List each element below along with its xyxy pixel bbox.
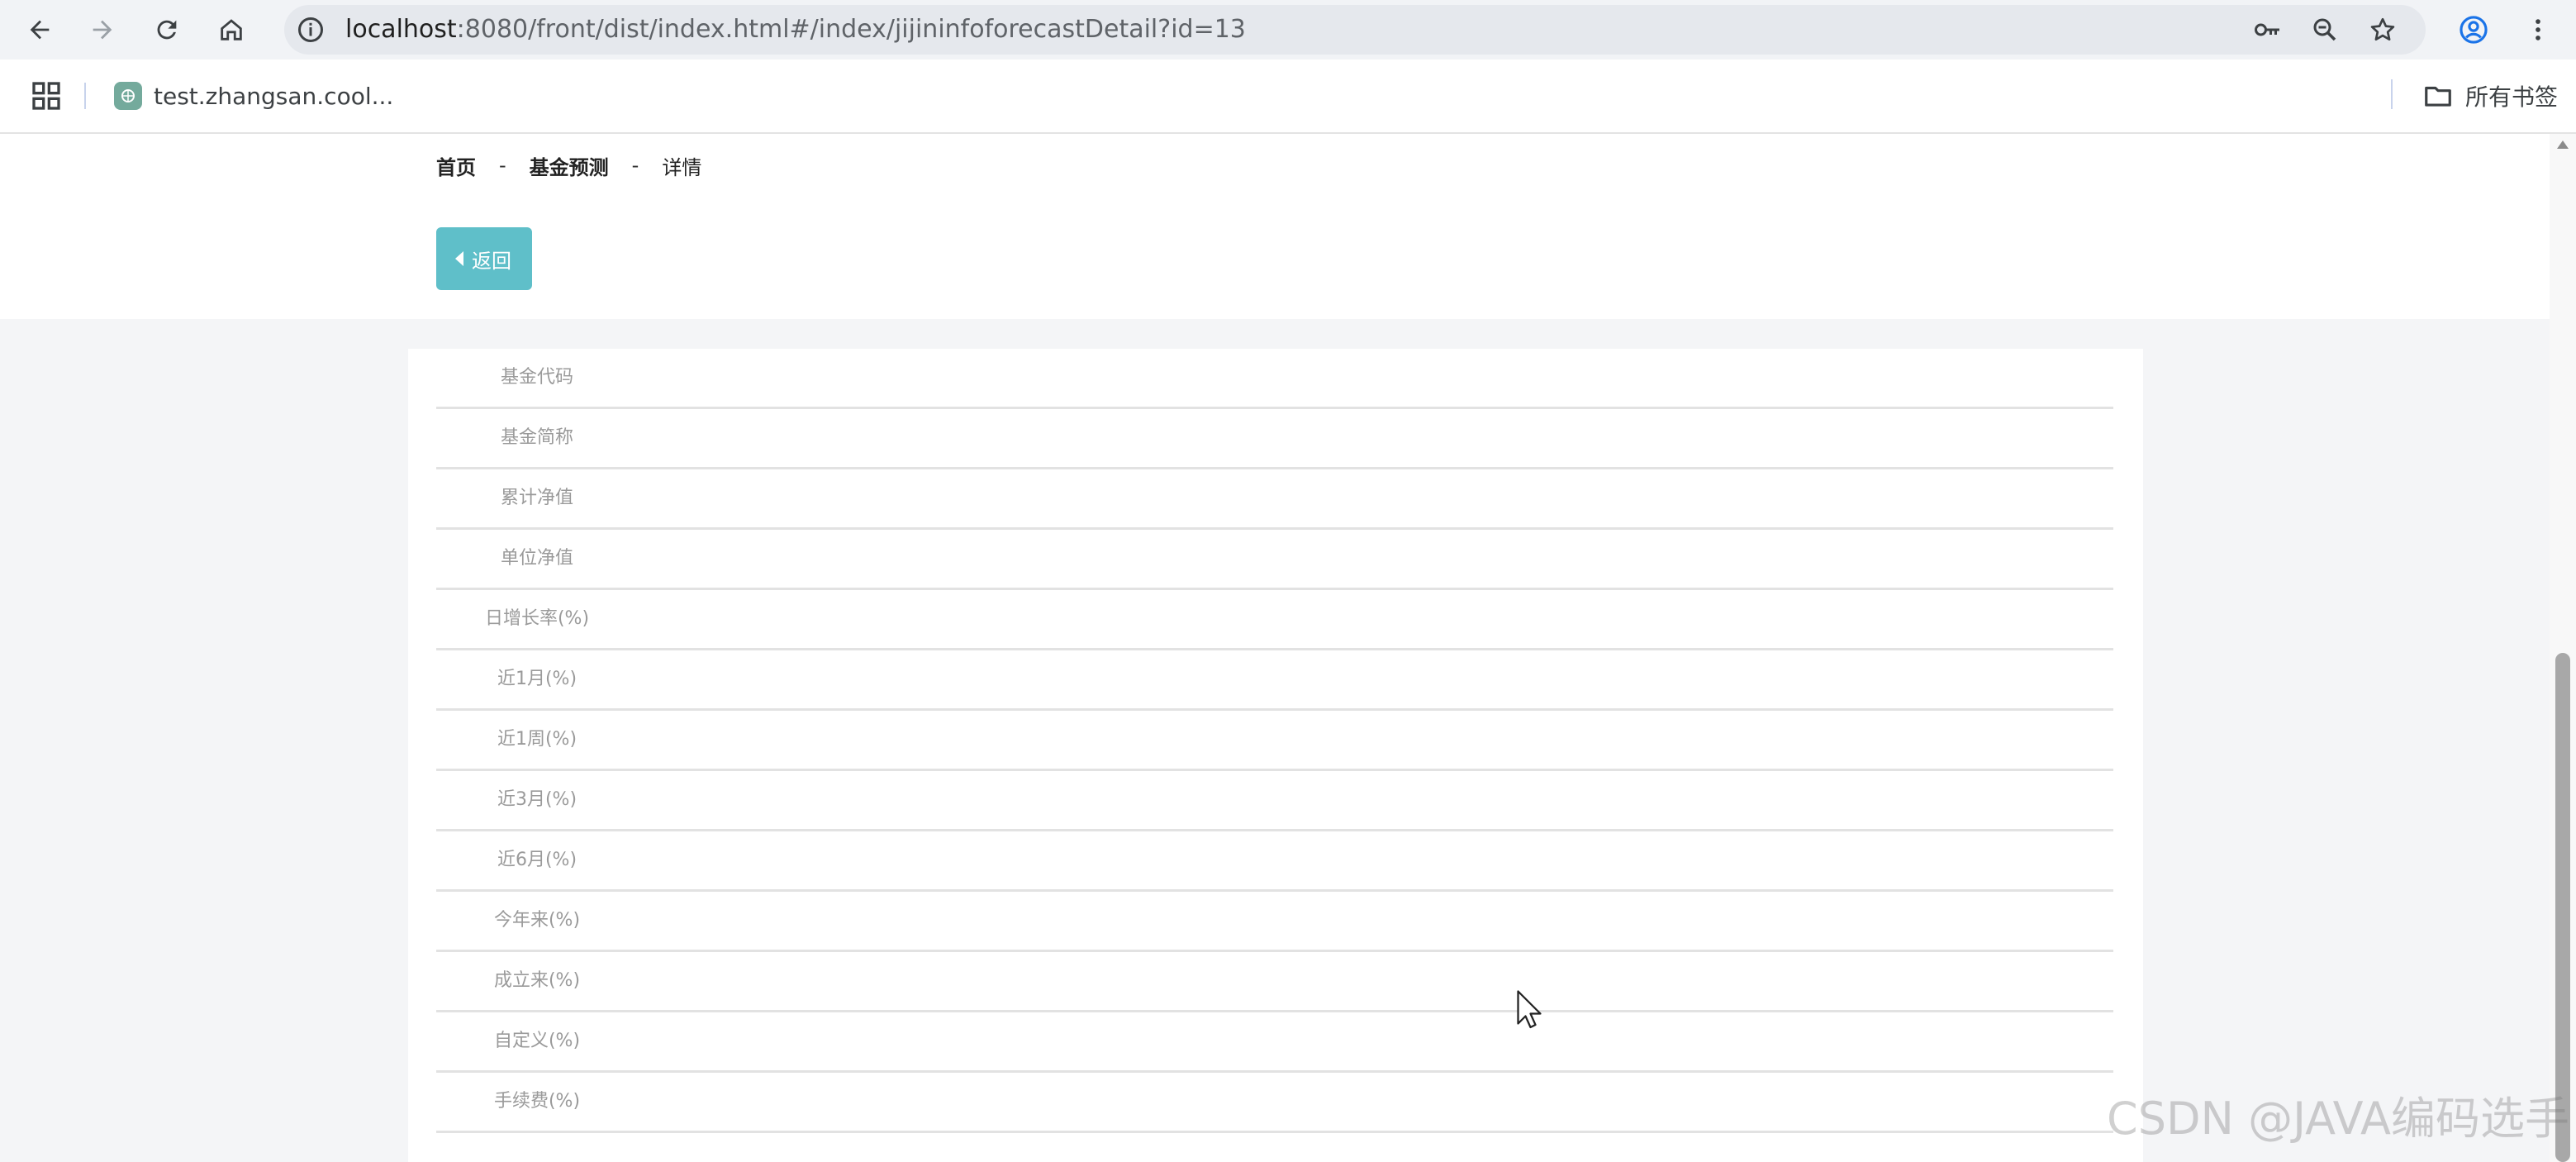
detail-row: 近1周(%) — [436, 711, 2113, 771]
url-host: localhost — [345, 15, 457, 44]
folder-icon — [2425, 86, 2451, 107]
field-label: 累计净值 — [500, 488, 573, 508]
detail-card: 基金代码 基金简称 累计净值 单位净值 日增长率(%) 近1月(%) 近1周(%… — [408, 349, 2143, 1162]
detail-row: 基金代码 — [436, 349, 2113, 409]
scroll-up-arrow-icon[interactable] — [2557, 140, 2569, 149]
detail-row: 手续费(%) — [436, 1073, 2113, 1133]
all-bookmarks-label: 所有书签 — [2465, 83, 2559, 111]
breadcrumb-home[interactable]: 首页 — [436, 151, 476, 180]
address-bar[interactable]: localhost:8080/front/dist/index.html#/in… — [284, 5, 2426, 55]
more-menu-icon[interactable] — [2520, 12, 2556, 48]
bookmarks-bar: test.zhangsan.cool... 所有书签 — [0, 60, 2576, 134]
detail-row: 累计净值 — [436, 469, 2113, 530]
all-bookmarks-button[interactable]: 所有书签 — [2422, 76, 2558, 116]
field-label: 今年来(%) — [493, 910, 581, 931]
detail-row: 基金简称 — [436, 409, 2113, 469]
bookmarks-divider — [84, 83, 86, 109]
watermark: CSDN @JAVA编码选手 — [2106, 1093, 2569, 1145]
field-label: 日增长率(%) — [484, 608, 590, 629]
password-key-icon[interactable] — [2252, 15, 2282, 45]
zoom-icon[interactable] — [2310, 15, 2340, 45]
breadcrumb-separator: - — [631, 154, 639, 177]
field-label: 基金代码 — [500, 367, 573, 388]
detail-row: 近6月(%) — [436, 831, 2113, 892]
field-label: 近3月(%) — [497, 789, 577, 810]
back-button-label: 返回 — [472, 249, 511, 273]
back-nav-icon[interactable] — [21, 12, 58, 48]
field-label: 近1周(%) — [497, 729, 577, 750]
apps-grid-icon[interactable] — [30, 79, 63, 112]
field-label: 单位净值 — [500, 548, 573, 569]
back-button[interactable]: 返回 — [436, 227, 532, 290]
mouse-cursor-icon — [1517, 990, 1542, 1029]
detail-row: 自定义(%) — [436, 1012, 2113, 1073]
breadcrumb-current: 详情 — [662, 155, 702, 179]
field-label: 手续费(%) — [493, 1091, 581, 1112]
field-label: 自定义(%) — [493, 1031, 581, 1051]
bookmarks-divider-right — [2391, 79, 2393, 109]
detail-row: 近1月(%) — [436, 650, 2113, 711]
reload-icon[interactable] — [149, 12, 185, 48]
page-header: 首页 - 基金预测 - 详情 返回 — [0, 134, 2550, 319]
site-info-icon[interactable] — [296, 15, 326, 45]
page-scrollbar[interactable] — [2550, 134, 2576, 1162]
bookmark-label: test.zhangsan.cool... — [154, 82, 394, 110]
detail-row: 日增长率(%) — [436, 590, 2113, 650]
forward-nav-icon[interactable] — [84, 12, 121, 48]
detail-row: 成立来(%) — [436, 952, 2113, 1012]
home-icon[interactable] — [213, 12, 250, 48]
url-path: :8080/front/dist/index.html#/index/jijin… — [456, 15, 1246, 44]
bookmark-star-icon[interactable] — [2368, 15, 2398, 45]
breadcrumb: 首页 - 基金预测 - 详情 — [436, 149, 701, 182]
breadcrumb-section[interactable]: 基金预测 — [530, 151, 609, 180]
field-label: 成立来(%) — [493, 970, 581, 991]
bookmark-item[interactable]: test.zhangsan.cool... — [114, 76, 393, 116]
profile-icon[interactable] — [2455, 12, 2492, 48]
bookmark-favicon-icon — [114, 82, 142, 110]
field-label: 近6月(%) — [497, 850, 577, 870]
caret-left-icon — [455, 251, 463, 266]
detail-row: 今年来(%) — [436, 892, 2113, 952]
field-label: 基金简称 — [500, 427, 573, 448]
browser-toolbar: localhost:8080/front/dist/index.html#/in… — [0, 0, 2576, 60]
detail-row: 近3月(%) — [436, 771, 2113, 831]
field-label: 近1月(%) — [497, 669, 577, 689]
detail-row: 单位净值 — [436, 530, 2113, 590]
url-text[interactable]: localhost:8080/front/dist/index.html#/in… — [345, 5, 1246, 55]
breadcrumb-separator: - — [499, 154, 506, 177]
